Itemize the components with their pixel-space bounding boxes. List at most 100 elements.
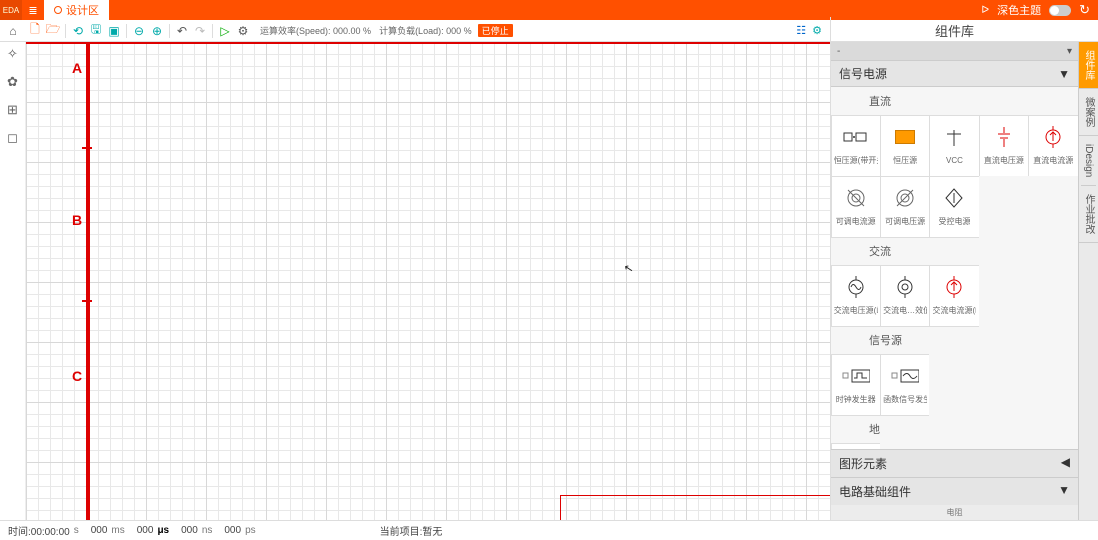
design-canvas[interactable]: A B C ↖ [26,42,830,520]
component-grid: 时钟发生器函数信号发生器 [831,354,1078,415]
app-logo[interactable]: EDA [0,0,22,20]
tab-design-area[interactable]: 设计区 [44,0,109,20]
undo-icon[interactable]: ↶ [173,24,191,38]
chevron-down-icon: ▾ [1067,46,1072,57]
library-title: 组件库 [830,17,1078,44]
component-label: 交流电压源(峰值) [834,305,878,316]
left-rail: ✧ ✿ ⊞ ◻ [0,42,26,520]
component-label: 函数信号发生器 [883,394,927,405]
library-group-header: 直流 [831,87,1078,115]
component-label: 可调电流源 [836,216,876,227]
empty-cell [1028,354,1078,416]
new-file-icon[interactable]: 🗋 [26,20,44,41]
empty-cell [979,176,1029,238]
library-nav-dropdown[interactable]: -▾ [831,42,1078,60]
accordion-graphic-elements[interactable]: 图形元素◀ [831,449,1078,477]
component-ac-v-pk[interactable]: 交流电压源(峰值) [831,265,881,327]
settings-icon[interactable]: ⚙ [234,24,252,38]
component-func-gen[interactable]: 函数信号发生器 [880,354,930,416]
component-label: 时钟发生器 [836,394,876,405]
empty-cell [979,354,1029,416]
component-clock-gen[interactable]: 时钟发生器 [831,354,881,416]
library-group-header: 交流 [831,237,1078,265]
component-label: 恒压源 [893,155,917,166]
accordion-sub-resistor: 电阻 [831,505,1078,520]
map-icon[interactable]: ⊞ [7,102,18,118]
right-tab-1[interactable]: 微案例 [1079,89,1098,136]
chevron-left-icon: ◀ [1061,455,1070,472]
row-tick [82,147,92,149]
screenshot-icon[interactable]: ▣ [105,24,123,38]
component-vcc[interactable]: VCC [929,115,979,177]
frame-edge [560,495,830,496]
component-dc-v[interactable]: 直流电压源 [979,115,1029,177]
empty-cell [979,265,1029,327]
gear-icon[interactable]: ✿ [7,74,18,90]
row-label-b: B [70,212,84,228]
const-source-icon [891,125,919,149]
component-ac-i-pk[interactable]: 交流电流源(峰值) [929,265,979,327]
component-adj-v[interactable]: 可调电压源 [880,176,930,238]
component-label: 直流电压源 [984,155,1024,166]
component-library-panel: -▾ 信号电源 ▼ 直流恒压源(带开关) 恒压源 VCC 直流电压源直流电流源可调电流… [830,42,1078,520]
save-icon[interactable]: 🖫 [87,20,105,41]
component-ctrl-src[interactable]: 受控电源 [929,176,979,238]
switch-source-icon [842,125,870,149]
right-tab-2[interactable]: iDesign [1081,136,1096,186]
chevron-down-icon: ▼ [1058,483,1070,500]
component-label: VCC [946,156,963,165]
empty-cell [929,354,979,416]
redo-icon[interactable]: ↷ [191,24,209,38]
ctrl-src-icon [940,186,968,210]
component-label: 受控电源 [938,216,970,227]
theme-toggle[interactable] [1049,5,1071,16]
dc-i-icon [1039,125,1067,149]
home-icon[interactable]: ⌂ [4,24,22,38]
toolbar: ⌂ 🗋 🗁 ⟲ 🖫 ▣ ⊖ ⊕ ↶ ↷ ▷ ⚙ 运算效率(Speed): 000… [0,20,1098,42]
vcc-icon [940,126,968,150]
component-label: 直流电流源 [1033,155,1073,166]
right-tab-3[interactable]: 作业批改 [1079,186,1098,243]
play-icon[interactable]: ▷ [216,24,234,38]
component-dc-i[interactable]: 直流电流源 [1028,115,1078,177]
chevron-down-icon: ▼ [1058,67,1070,81]
component-ac-rms[interactable]: 交流电…效值) [880,265,930,327]
open-file-icon[interactable]: 🗁 [44,20,62,41]
component-grid: 交流电压源(峰值)交流电…效值)交流电流源(峰值) [831,265,1078,326]
zoom-out-icon[interactable]: ⊖ [130,24,148,38]
component-label: 可调电压源 [885,216,925,227]
component-label: 交流电流源(峰值) [932,305,976,316]
accordion-basic-circuit[interactable]: 电路基础组件▼ [831,477,1078,505]
zoom-in-icon[interactable]: ⊕ [148,24,166,38]
library-group-header: 信号源 [831,326,1078,354]
library-scroll[interactable]: 直流恒压源(带开关) 恒压源 VCC 直流电压源直流电流源可调电流源可调电压源 受控电源… [831,87,1078,449]
empty-cell [1028,265,1078,327]
right-tab-0[interactable]: 组件库 [1079,42,1098,89]
adj-i-icon [842,186,870,210]
link-icon[interactable]: ⟲ [69,24,87,38]
right-tabs: 组件库微案例iDesign作业批改 [1078,42,1098,520]
frame-edge [560,496,561,520]
crosshair-icon[interactable]: ✧ [7,46,18,62]
stop-badge: 已停止 [478,24,513,37]
section-title: 信号电源 [839,65,887,82]
menu-icon[interactable]: ≣ [22,0,44,20]
component-switch-source[interactable]: 恒压源(带开关) [831,115,881,177]
time-label: 时间:00:00:00 [8,523,70,538]
empty-cell [1028,176,1078,238]
row-tick [82,300,92,302]
db-icon[interactable]: ☷ [796,24,806,37]
library-section-header[interactable]: 信号电源 ▼ [831,60,1078,87]
bookmark-icon[interactable]: ◻ [7,130,18,146]
user-icon[interactable]: ᐅ [981,5,989,16]
mouse-cursor-icon: ↖ [623,261,635,276]
target-icon [54,6,62,14]
row-label-c: C [70,368,84,384]
refresh-icon[interactable]: ↻ [1079,2,1090,18]
current-project-label: 当前项目:暂无 [380,523,443,538]
ruler-top [26,42,830,44]
component-const-source[interactable]: 恒压源 [880,115,930,177]
component-adj-i[interactable]: 可调电流源 [831,176,881,238]
clock-gen-icon [842,364,870,388]
gear-icon[interactable]: ⚙ [812,24,822,37]
